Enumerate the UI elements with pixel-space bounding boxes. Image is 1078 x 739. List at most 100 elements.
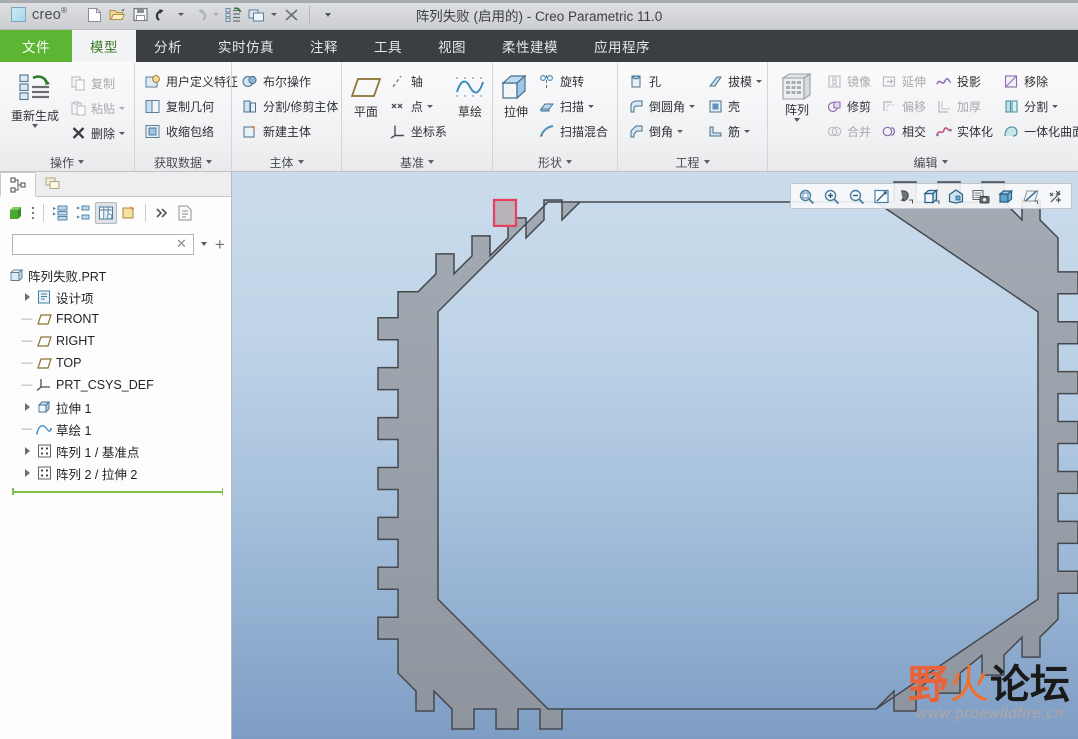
customize-qat-button[interactable] (317, 4, 339, 26)
window-dropdown-button[interactable] (268, 4, 279, 26)
octagonal-gear-ring-model[interactable] (232, 172, 1078, 739)
datum-csys-button[interactable]: 坐标系 (386, 119, 451, 143)
tree-options-button[interactable] (28, 202, 38, 224)
redo-button[interactable] (187, 4, 209, 26)
datum-axis-button[interactable]: 轴 (386, 69, 451, 93)
chamfer-button[interactable]: 倒角 (624, 119, 699, 143)
appearance-gallery-button[interactable] (944, 185, 968, 207)
tree-item-csys[interactable]: — PRT_CSYS_DEF (0, 374, 231, 396)
graphics-viewport[interactable]: 野 火 论坛 www.proewildfire.cn (232, 172, 1078, 739)
tab-model[interactable]: 模型 (72, 30, 136, 62)
tab-annotate[interactable]: 注释 (292, 30, 356, 62)
expand-toggle[interactable] (20, 447, 34, 455)
close-window-button[interactable] (280, 4, 302, 26)
tab-tools[interactable]: 工具 (356, 30, 420, 62)
zoom-to-fit-button[interactable] (794, 185, 818, 207)
open-file-button[interactable] (106, 4, 128, 26)
tree-item-extrude-1[interactable]: 拉伸 1 (0, 396, 231, 418)
project-button[interactable]: 投影 (932, 69, 997, 93)
split-surface-button[interactable]: 分割 (999, 94, 1078, 118)
ribbon-group-engineering-title[interactable]: 工程 (618, 153, 767, 171)
ribbon-group-get-data-title[interactable]: 获取数据 (135, 153, 231, 171)
thicken-button[interactable]: 加厚 (932, 94, 997, 118)
swept-blend-button[interactable]: 扫描混合 (535, 119, 612, 143)
display-style-button[interactable] (919, 185, 943, 207)
intersect-button[interactable]: 相交 (877, 119, 930, 143)
copy-geometry-button[interactable]: 复制几何 (141, 94, 242, 118)
datum-display-button[interactable] (1019, 185, 1043, 207)
annotation-display-button[interactable] (1044, 185, 1068, 207)
new-file-button[interactable] (83, 4, 105, 26)
collapse-tree-button[interactable] (72, 202, 94, 224)
expand-toggle[interactable] (20, 403, 34, 411)
split-trim-body-button[interactable]: 分割/修剪主体 (238, 94, 342, 118)
solidify-button[interactable]: 实体化 (932, 119, 997, 143)
zoom-in-button[interactable] (819, 185, 843, 207)
sketch-button[interactable]: 草绘 (453, 69, 487, 119)
tab-flexible-modeling[interactable]: 柔性建模 (484, 30, 576, 62)
insert-here-indicator[interactable] (12, 488, 223, 495)
view-manager-button[interactable] (994, 185, 1018, 207)
offset-button[interactable]: 偏移 (877, 94, 930, 118)
tree-search-field[interactable]: ✕ (12, 233, 194, 255)
add-search-criteria-button[interactable]: + (214, 236, 226, 253)
merge-button[interactable]: 合并 (822, 119, 875, 143)
expand-toggle[interactable] (20, 293, 34, 301)
regenerate-button[interactable] (222, 4, 244, 26)
tree-item-front-plane[interactable]: — FRONT (0, 308, 231, 330)
undo-dropdown-button[interactable] (175, 4, 186, 26)
highlighted-pattern-member[interactable] (492, 198, 518, 228)
zoom-out-button[interactable] (844, 185, 868, 207)
tab-applications[interactable]: 应用程序 (576, 30, 668, 62)
pattern-button[interactable]: 阵列 (774, 69, 820, 122)
expand-toggle[interactable] (20, 469, 34, 477)
show-button[interactable] (5, 202, 27, 224)
ribbon-group-operations-title[interactable]: 操作 (0, 153, 134, 171)
mirror-button[interactable]: 镜像 (822, 69, 875, 93)
undo-button[interactable] (152, 4, 174, 26)
trim-button[interactable]: 修剪 (822, 94, 875, 118)
nav-tab-model-tree[interactable] (0, 172, 36, 197)
tab-file[interactable]: 文件 (0, 30, 72, 62)
saved-views-button[interactable] (969, 185, 993, 207)
tree-item-right-plane[interactable]: — RIGHT (0, 330, 231, 352)
round-button[interactable]: 倒圆角 (624, 94, 699, 118)
more-options-button[interactable] (151, 202, 173, 224)
ribbon-group-body-title[interactable]: 主体 (232, 153, 341, 171)
expand-tree-button[interactable] (49, 202, 71, 224)
tab-view[interactable]: 视图 (420, 30, 484, 62)
rib-button[interactable]: 筋 (703, 119, 766, 143)
remove-button[interactable]: 移除 (999, 69, 1078, 93)
tree-item-pattern-1[interactable]: 阵列 1 / 基准点 (0, 440, 231, 462)
detail-pane-button[interactable] (174, 202, 196, 224)
ribbon-group-shapes-title[interactable]: 形状 (493, 153, 617, 171)
window-button[interactable] (245, 4, 267, 26)
save-button[interactable] (129, 4, 151, 26)
shell-button[interactable]: 壳 (703, 94, 766, 118)
copy-button[interactable]: 复制 (66, 71, 129, 95)
datum-plane-button[interactable]: 平面 (348, 69, 384, 119)
nav-tab-layers[interactable] (36, 171, 72, 196)
shrinkwrap-button[interactable]: 收缩包络 (141, 119, 242, 143)
tree-item-top-plane[interactable]: — TOP (0, 352, 231, 374)
ribbon-group-datum-title[interactable]: 基准 (342, 153, 492, 171)
new-body-button[interactable]: 新建主体 (238, 119, 342, 143)
refit-button[interactable] (869, 185, 893, 207)
unified-surface-button[interactable]: 一体化曲面 (999, 119, 1078, 143)
tree-filters-button[interactable] (118, 202, 140, 224)
draft-button[interactable]: 拔模 (703, 69, 766, 93)
revolve-button[interactable]: 旋转 (535, 69, 612, 93)
tree-item-part-root[interactable]: 阵列失败.PRT (0, 264, 231, 286)
tree-search-input[interactable] (18, 237, 173, 251)
datum-point-button[interactable]: 点 (386, 94, 451, 118)
udf-button[interactable]: 用户定义特征 (141, 69, 242, 93)
tab-live-sim[interactable]: 实时仿真 (200, 30, 292, 62)
spin-center-button[interactable] (894, 185, 918, 207)
tree-item-design-items[interactable]: 设计项 (0, 286, 231, 308)
tree-columns-button[interactable] (95, 202, 117, 224)
tab-analysis[interactable]: 分析 (136, 30, 200, 62)
regenerate-big-button[interactable]: 重新生成 (6, 67, 64, 128)
delete-button[interactable]: 删除 (66, 121, 129, 145)
sweep-button[interactable]: 扫描 (535, 94, 612, 118)
paste-button[interactable]: 粘贴 (66, 96, 129, 120)
